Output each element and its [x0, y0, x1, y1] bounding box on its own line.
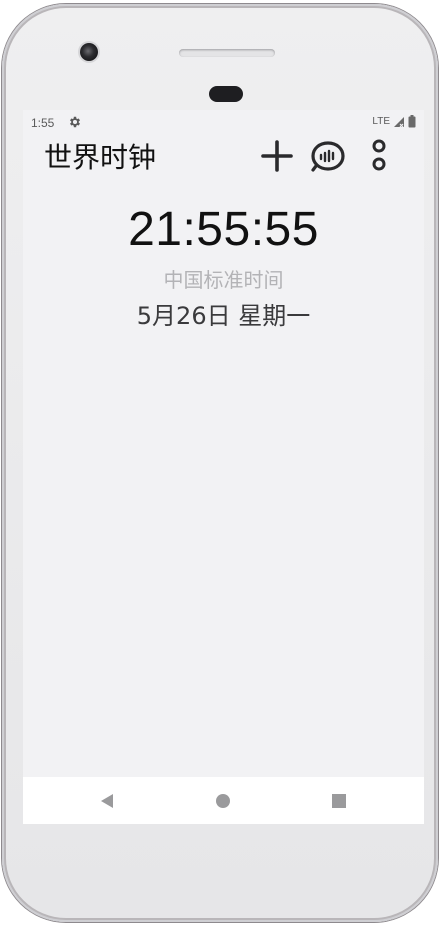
battery-icon [408, 115, 416, 128]
home-icon [216, 794, 230, 808]
more-options-button[interactable] [359, 136, 399, 176]
app-bar: 世界时钟 [23, 134, 424, 182]
page-title: 世界时钟 [44, 141, 157, 174]
clock-date: 5月26日 星期一 [136, 302, 311, 330]
recents-button[interactable] [325, 787, 353, 815]
status-time: 1:55 [31, 116, 55, 130]
voice-assistant-button[interactable] [308, 136, 348, 176]
status-indicators: LTE [372, 115, 416, 128]
add-icon [261, 140, 293, 172]
home-button[interactable] [209, 787, 237, 815]
earpiece-speaker [179, 49, 275, 57]
clock-time: 21:55:55 [128, 203, 319, 256]
network-type: LTE [372, 116, 390, 127]
navigation-bar [23, 777, 424, 824]
front-camera [80, 43, 98, 61]
settings-icon [70, 116, 80, 128]
add-clock-button[interactable] [257, 136, 297, 176]
signal-icon [394, 116, 404, 127]
back-icon [101, 794, 113, 808]
back-button[interactable] [93, 787, 121, 815]
clock-timezone: 中国标准时间 [163, 268, 284, 292]
more-options-icon [372, 139, 386, 171]
proximity-sensor [209, 86, 243, 102]
status-bar: 1:55 LTE [23, 110, 424, 134]
recents-icon [332, 794, 346, 808]
screen: 1:55 LTE 世界时钟 21:55:55 中国标准时间 5月26日 星期一 [23, 110, 424, 824]
speech-bubble-icon [311, 141, 345, 172]
